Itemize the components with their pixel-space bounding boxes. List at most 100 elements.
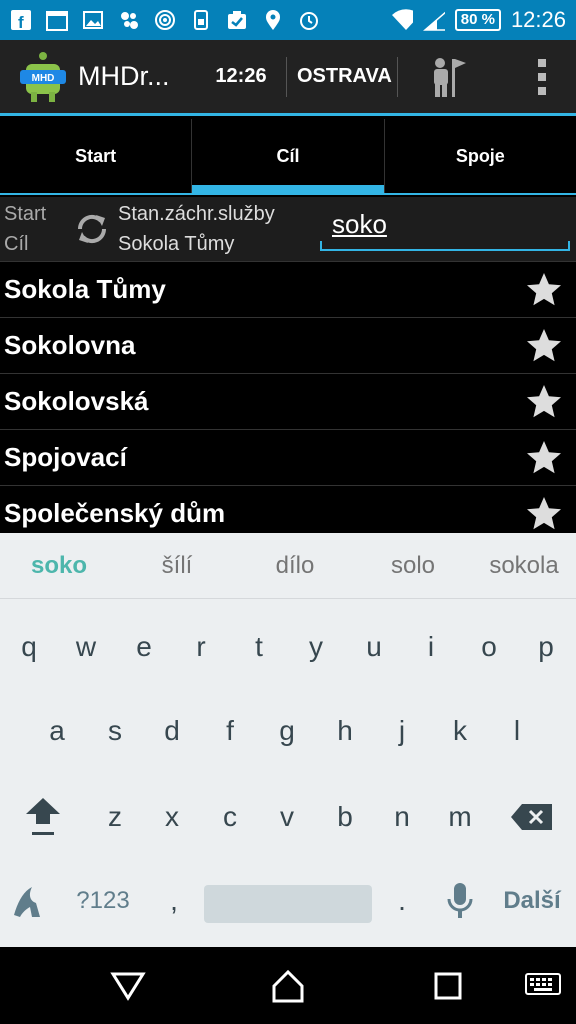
stop-name: Společenský dům <box>4 498 226 528</box>
next-action-key[interactable]: Další <box>496 871 568 931</box>
key[interactable]: m <box>438 787 482 847</box>
overflow-menu-icon[interactable] <box>538 58 546 95</box>
hotspot-icon <box>154 9 176 31</box>
key[interactable]: a <box>35 701 79 761</box>
back-icon[interactable] <box>105 963 151 1009</box>
comma-key[interactable]: , <box>152 871 196 931</box>
image-icon <box>82 9 104 31</box>
key[interactable]: n <box>380 787 424 847</box>
key[interactable]: x <box>150 787 194 847</box>
stop-name: Spojovací <box>4 442 127 472</box>
suggestion-strip: soko šílí dílo solo sokola <box>0 533 576 599</box>
stop-name: Sokolovská <box>4 386 149 416</box>
app-logo-icon[interactable]: MHD <box>14 48 72 106</box>
key[interactable]: t <box>237 617 281 677</box>
star-icon[interactable] <box>524 326 564 366</box>
start-label: Start <box>4 203 47 225</box>
key[interactable]: i <box>409 617 453 677</box>
space-key[interactable] <box>204 885 372 923</box>
list-item[interactable]: Sokolovna <box>0 317 576 373</box>
shift-icon[interactable] <box>20 787 66 847</box>
key[interactable]: j <box>380 701 424 761</box>
signal-icon <box>422 9 445 31</box>
status-time: 12:26 <box>510 7 566 32</box>
keyboard-row-1: q w e r t y u i o p <box>0 617 576 703</box>
svg-text:f: f <box>18 13 24 31</box>
key[interactable]: w <box>64 617 108 677</box>
key[interactable]: p <box>524 617 568 677</box>
stop-list: Sokola Tůmy Sokolovna Sokolovská Spojova… <box>0 261 576 541</box>
destination-label: Cíl <box>4 233 29 255</box>
city-selector[interactable]: OSTRAVA <box>297 65 392 88</box>
key[interactable]: d <box>150 701 194 761</box>
key[interactable]: e <box>122 617 166 677</box>
symbols-key[interactable]: ?123 <box>66 871 140 931</box>
stop-name: Sokola Tůmy <box>4 274 166 304</box>
location-icon <box>262 9 284 31</box>
key[interactable]: g <box>265 701 309 761</box>
keyboard-row-3: z x c v b n m <box>0 787 576 873</box>
key[interactable]: f <box>208 701 252 761</box>
star-icon[interactable] <box>524 382 564 422</box>
route-panel: Start Cíl Stan.záchr.služby Sokola Tůmy <box>0 197 576 261</box>
tab-destination[interactable]: Cíl <box>191 119 384 193</box>
tab-start[interactable]: Start <box>0 119 191 193</box>
key[interactable]: s <box>93 701 137 761</box>
backspace-icon[interactable] <box>508 787 556 847</box>
suggestion-item[interactable]: sokola <box>472 552 576 580</box>
key[interactable]: v <box>265 787 309 847</box>
key[interactable]: o <box>467 617 511 677</box>
suggestion-item[interactable]: soko <box>0 552 118 580</box>
key[interactable]: q <box>7 617 51 677</box>
start-stop-value: Stan.záchr.služby <box>118 203 275 225</box>
suggestion-item[interactable]: solo <box>354 552 472 580</box>
tab-bar: Start Cíl Spoje <box>0 119 576 195</box>
person-flag-icon[interactable] <box>424 53 472 101</box>
recents-icon[interactable] <box>425 963 471 1009</box>
key[interactable]: c <box>208 787 252 847</box>
stop-name: Sokolovna <box>4 330 136 360</box>
status-bar: f 80 % 12:26 <box>0 0 576 40</box>
keyboard-row-4: ?123 , . Další <box>0 871 576 957</box>
home-icon[interactable] <box>265 963 311 1009</box>
key[interactable]: z <box>93 787 137 847</box>
alarm-icon <box>298 9 320 31</box>
list-item[interactable]: Spojovací <box>0 429 576 485</box>
navigation-bar <box>0 947 576 1024</box>
tab-connections[interactable]: Spoje <box>383 119 576 193</box>
star-icon[interactable] <box>524 270 564 310</box>
key[interactable]: y <box>294 617 338 677</box>
search-field[interactable] <box>320 209 570 251</box>
suggestion-item[interactable]: šílí <box>118 552 236 580</box>
key[interactable]: b <box>323 787 367 847</box>
star-icon[interactable] <box>524 494 564 534</box>
keyboard-icon[interactable] <box>520 963 566 1009</box>
clipboard-check-icon <box>226 9 248 31</box>
wifi-icon <box>391 9 413 31</box>
app-title: MHDr... <box>78 61 170 91</box>
key[interactable]: u <box>352 617 396 677</box>
key[interactable]: k <box>438 701 482 761</box>
list-item[interactable]: Sokola Tůmy <box>0 261 576 317</box>
keyboard-row-2: a s d f g h j k l <box>0 701 576 787</box>
sim-icon <box>190 9 212 31</box>
handwriting-icon[interactable] <box>8 871 52 931</box>
star-icon[interactable] <box>524 438 564 478</box>
period-key[interactable]: . <box>380 871 424 931</box>
microphone-icon[interactable] <box>438 871 482 931</box>
facebook-icon: f <box>10 9 32 31</box>
search-input[interactable] <box>320 209 570 240</box>
divider <box>397 56 398 97</box>
calendar-icon <box>46 9 68 31</box>
action-bar-time[interactable]: 12:26 <box>206 65 276 88</box>
destination-stop-value: Sokola Tůmy <box>118 233 235 255</box>
soft-keyboard: q w e r t y u i o p a s d f g h j k l z … <box>0 599 576 947</box>
key[interactable]: r <box>179 617 223 677</box>
divider <box>286 56 287 97</box>
swap-icon[interactable] <box>70 207 114 251</box>
list-item[interactable]: Sokolovská <box>0 373 576 429</box>
key[interactable]: l <box>495 701 539 761</box>
key[interactable]: h <box>323 701 367 761</box>
pinwheel-icon <box>118 9 140 31</box>
suggestion-item[interactable]: dílo <box>236 552 354 580</box>
